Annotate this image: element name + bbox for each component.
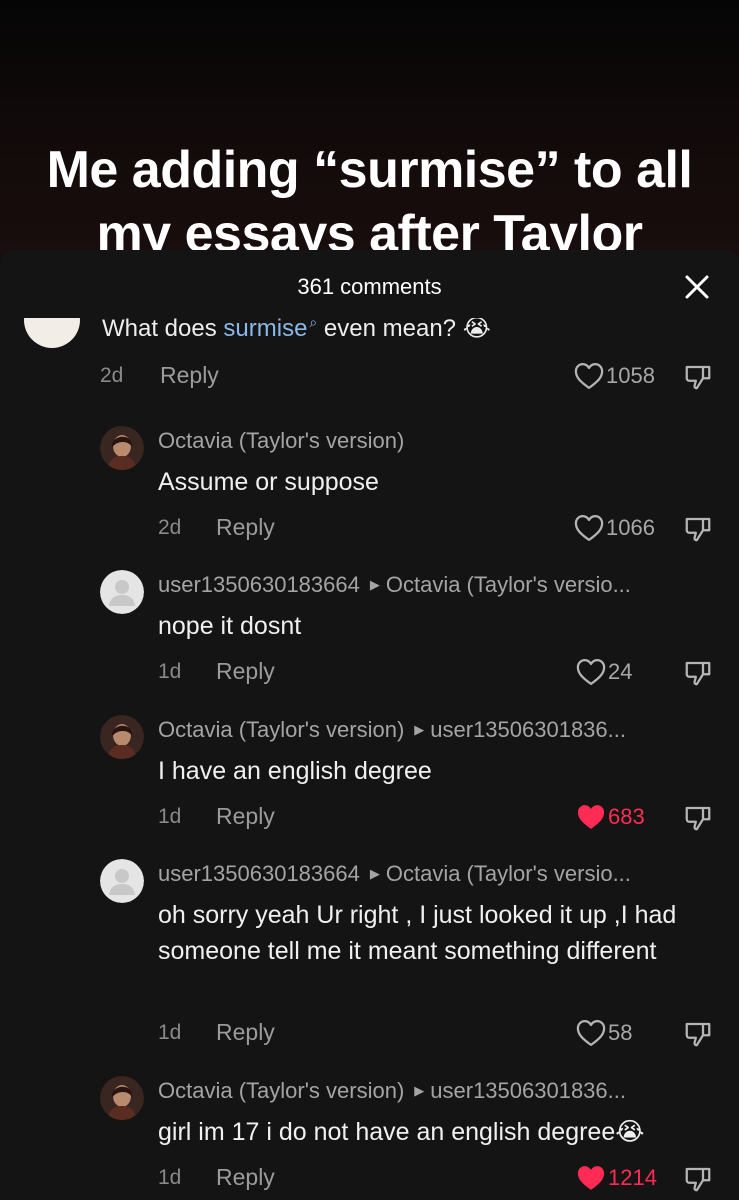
comment-text: What does surmise ⌕ even mean? 😭: [102, 314, 491, 343]
reply-button[interactable]: Reply: [216, 658, 275, 685]
comment-time: 1d: [158, 1021, 182, 1044]
reply-arrow-icon: ▶: [414, 722, 425, 737]
comment-actions: 1d Reply 683: [0, 803, 739, 833]
dislike-button[interactable]: [683, 658, 713, 688]
like-button[interactable]: 58: [576, 1019, 632, 1049]
comment-time: 1d: [158, 805, 182, 828]
like-button[interactable]: 24: [576, 658, 632, 688]
author-name[interactable]: Octavia (Taylor's version): [158, 428, 404, 453]
avatar[interactable]: [100, 859, 144, 903]
dislike-icon: [685, 1167, 711, 1192]
heart-icon: [574, 363, 604, 389]
avatar[interactable]: [100, 715, 144, 759]
reply-to-name[interactable]: user13506301836...: [430, 1078, 626, 1103]
comment-actions: 2d Reply 1066: [0, 514, 739, 544]
heart-icon: [576, 659, 606, 685]
comment-text: oh sorry yeah Ur right , I just looked i…: [158, 901, 677, 965]
author-name[interactable]: Octavia (Taylor's version): [158, 717, 404, 742]
heart-icon: [574, 515, 604, 541]
avatar[interactable]: [100, 570, 144, 614]
like-count: 1214: [608, 1165, 657, 1190]
comment-text: nope it dosnt: [158, 612, 302, 640]
comment-actions: 1d Reply 58: [0, 1019, 739, 1049]
comment-text: I have an english degree: [158, 757, 432, 785]
comments-count-title: 361 comments: [297, 274, 442, 299]
dislike-icon: [685, 365, 711, 390]
dislike-button[interactable]: [683, 514, 713, 544]
reply-arrow-icon: ▶: [414, 1083, 425, 1098]
like-button[interactable]: 1066: [574, 514, 655, 544]
comment-time: 1d: [158, 660, 182, 683]
close-icon: [685, 275, 709, 299]
comment-author[interactable]: Octavia (Taylor's version) ▶ user135063018…: [158, 1078, 626, 1104]
comment-time: 1d: [158, 1166, 182, 1189]
like-button[interactable]: 1214: [576, 1164, 657, 1194]
profile-photo-icon: [100, 426, 144, 470]
profile-photo-icon: [100, 1076, 144, 1120]
heart-filled-icon: [577, 1166, 605, 1190]
heart-icon: [576, 1020, 606, 1046]
dislike-icon: [685, 1022, 711, 1047]
comment-actions: 2d Reply 1058: [0, 362, 739, 392]
dislike-button[interactable]: [683, 803, 713, 833]
comments-list[interactable]: What does surmise ⌕ even mean? 😭 2d Reply…: [0, 250, 739, 1200]
dislike-button[interactable]: [683, 1019, 713, 1049]
like-count: 683: [608, 804, 645, 829]
profile-photo-icon: [100, 715, 144, 759]
dislike-icon: [685, 806, 711, 831]
dislike-button[interactable]: [683, 1164, 713, 1194]
comment-time: 2d: [158, 516, 182, 539]
comment-text: girl im 17 i do not have an english degr…: [158, 1118, 645, 1146]
comment-actions: 1d Reply 24: [0, 658, 739, 688]
close-button[interactable]: [680, 270, 714, 304]
author-name[interactable]: user1350630183664: [158, 572, 360, 597]
avatar[interactable]: [100, 426, 144, 470]
video-caption: Me adding “surmise” to all my essays aft…: [0, 138, 739, 266]
reply-arrow-icon: ▶: [369, 577, 380, 592]
reply-button[interactable]: Reply: [216, 514, 275, 541]
reply-to-name[interactable]: user13506301836...: [430, 717, 626, 742]
reply-button[interactable]: Reply: [160, 362, 219, 389]
reply-button[interactable]: Reply: [216, 803, 275, 830]
author-name[interactable]: user1350630183664: [158, 861, 360, 886]
like-button[interactable]: 1058: [574, 362, 655, 392]
comment-time: 2d: [100, 364, 124, 387]
comment-text: Assume or suppose: [158, 468, 379, 496]
avatar[interactable]: [100, 1076, 144, 1120]
comment-author[interactable]: Octavia (Taylor's version) ▶ user135063018…: [158, 717, 626, 743]
search-highlight-link[interactable]: surmise: [223, 315, 307, 342]
default-avatar-icon: [100, 570, 144, 614]
comment-author[interactable]: user1350630183664 ▶ Octavia (Taylor's vers…: [158, 572, 631, 598]
reply-button[interactable]: Reply: [216, 1164, 275, 1191]
reply-to-name[interactable]: Octavia (Taylor's versio...: [386, 572, 631, 597]
video-caption-line-1: Me adding “surmise” to all: [46, 141, 693, 199]
dislike-button[interactable]: [683, 362, 713, 392]
like-button[interactable]: 683: [576, 803, 645, 833]
dislike-icon: [685, 517, 711, 542]
comments-sheet: What does surmise ⌕ even mean? 😭 2d Reply…: [0, 250, 739, 1200]
like-count: 1058: [606, 363, 655, 388]
like-count: 1066: [606, 515, 655, 540]
reply-to-name[interactable]: Octavia (Taylor's versio...: [386, 861, 631, 886]
comment-actions: 1d Reply 1214: [0, 1164, 739, 1194]
comments-header: 361 comments: [0, 250, 739, 318]
heart-filled-icon: [577, 805, 605, 829]
like-count: 24: [608, 659, 633, 684]
like-count: 58: [608, 1020, 633, 1045]
author-name[interactable]: Octavia (Taylor's version): [158, 1078, 404, 1103]
comment-text-start: What does: [102, 315, 224, 342]
reply-button[interactable]: Reply: [216, 1019, 275, 1046]
comment-author[interactable]: user1350630183664 ▶ Octavia (Taylor's vers…: [158, 861, 631, 887]
dislike-icon: [685, 661, 711, 686]
comment-author[interactable]: Octavia (Taylor's version): [158, 428, 404, 454]
default-avatar-icon: [100, 859, 144, 903]
comment-text-end: even mean? 😭: [317, 315, 491, 342]
reply-arrow-icon: ▶: [369, 866, 380, 881]
